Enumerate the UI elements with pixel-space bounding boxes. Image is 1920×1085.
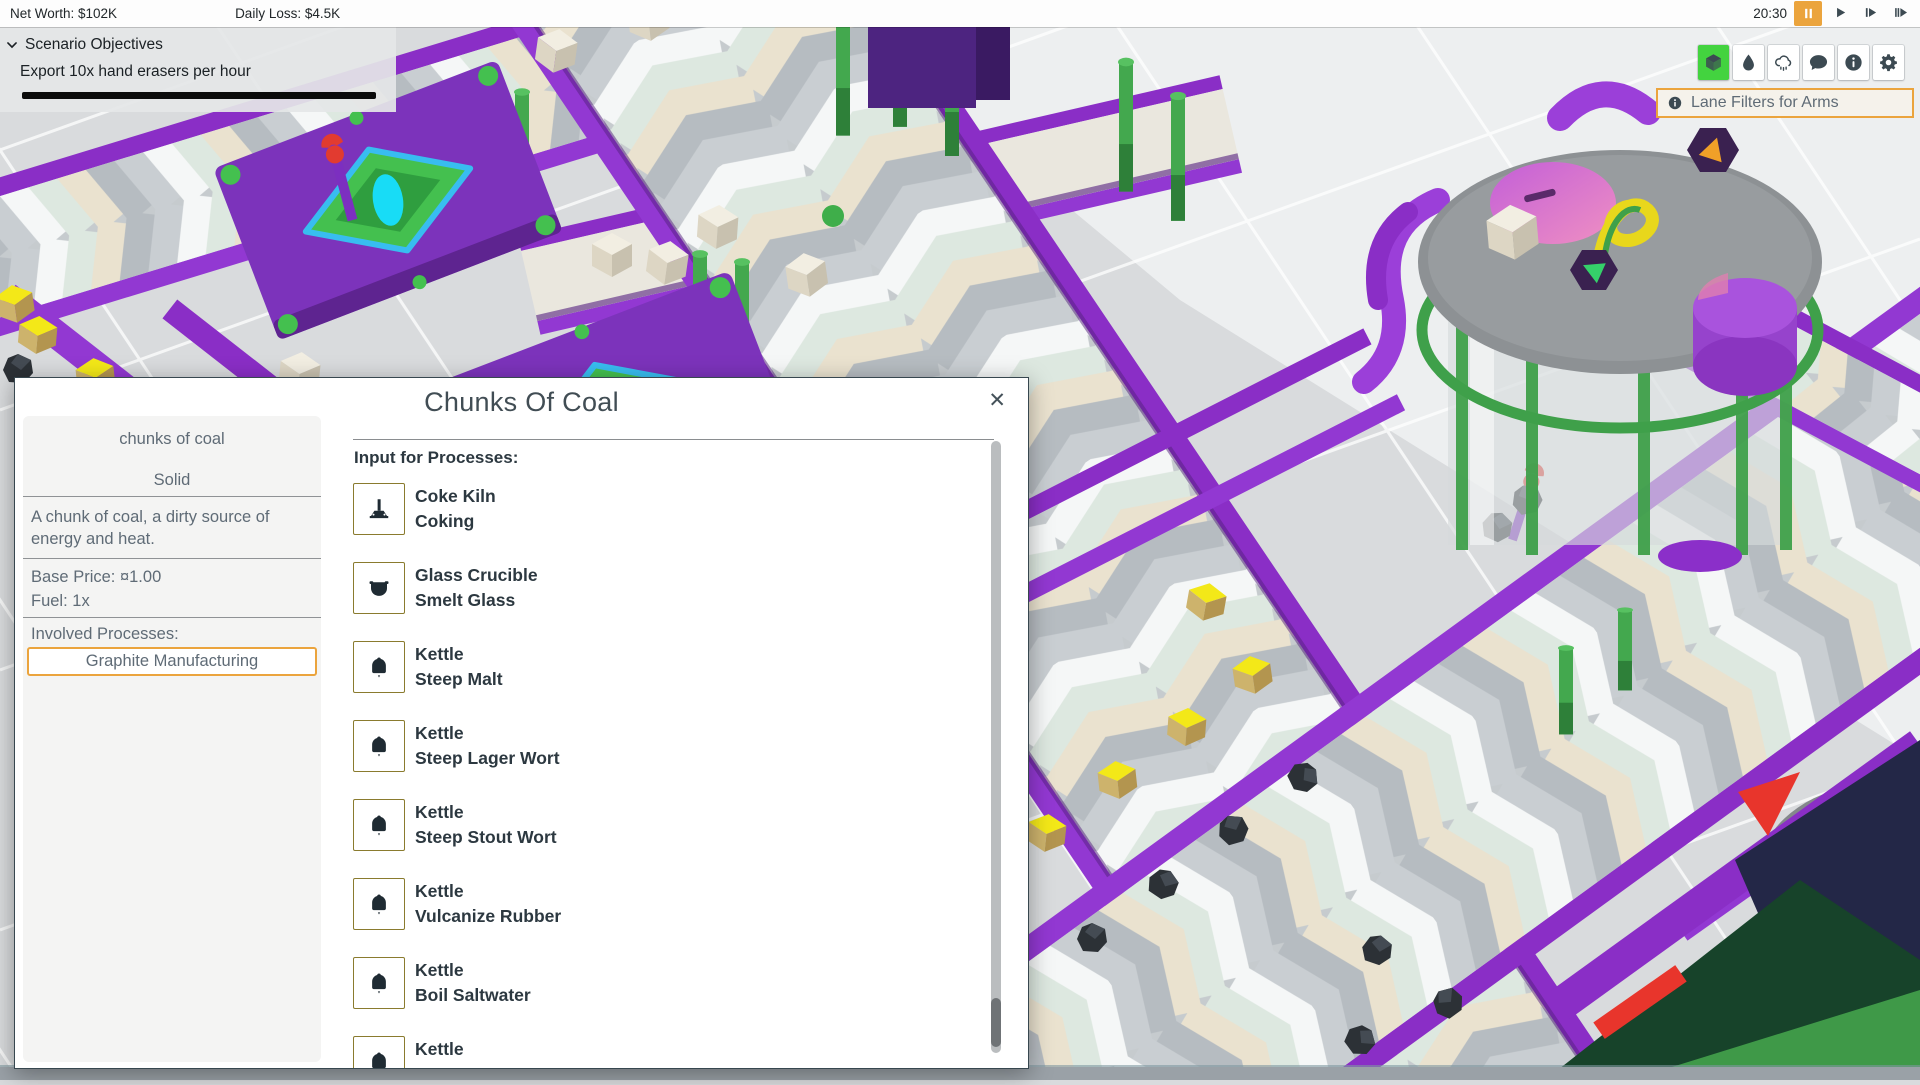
process-list-item[interactable]: Kettle Boil Saltwater xyxy=(353,957,980,1009)
process-name: Smelt Glass xyxy=(415,588,538,613)
objectives-collapse-toggle[interactable]: Scenario Objectives xyxy=(5,36,396,54)
process-machine-name: Kettle xyxy=(415,958,531,983)
involved-processes-label: Involved Processes: xyxy=(31,625,321,644)
process-machine-icon xyxy=(353,957,405,1009)
process-list-item[interactable]: Kettle Steep Lager Wort xyxy=(353,720,980,772)
process-name: Steep Malt xyxy=(415,667,503,692)
lane-filters-tooltip: Lane Filters for Arms xyxy=(1656,88,1914,118)
lane-filters-label: Lane Filters for Arms xyxy=(1691,94,1839,112)
game-clock: 20:30 xyxy=(1753,6,1787,21)
objective-text: Export 10x hand erasers per hour xyxy=(20,63,396,81)
process-machine-icon xyxy=(353,878,405,930)
process-machine-name: Kettle xyxy=(415,721,560,746)
toolbar-button-steam[interactable] xyxy=(1768,45,1799,80)
control-speed-3x-button[interactable] xyxy=(1888,1,1912,24)
process-machine-icon xyxy=(353,562,405,614)
scrollbar-thumb[interactable] xyxy=(991,998,1001,1047)
item-description: A chunk of coal, a dirty source of energ… xyxy=(31,506,315,550)
item-base-price: Base Price: ¤1.00 xyxy=(31,568,321,587)
item-summary-card: chunks of coal Solid A chunk of coal, a … xyxy=(23,416,321,1062)
process-list-item[interactable]: Coke Kiln Coking xyxy=(353,483,980,535)
control-pause-button[interactable] xyxy=(1794,1,1822,26)
control-speed-2x-button[interactable] xyxy=(1858,1,1882,24)
time-controls: 20:30 xyxy=(1753,1,1912,26)
net-worth-stat: Net Worth: $102K xyxy=(10,6,117,21)
process-machine-icon xyxy=(353,1036,405,1068)
involved-process-button[interactable]: Graphite Manufacturing xyxy=(27,647,317,676)
divider xyxy=(23,617,321,618)
process-name: Steep Stout Wort xyxy=(415,825,557,850)
control-buttons-mount xyxy=(1794,1,1912,26)
process-name: Coking xyxy=(415,509,496,534)
daily-loss-stat: Daily Loss: $4.5K xyxy=(235,6,340,21)
process-name: Steep Lager Wort xyxy=(415,746,560,771)
process-machine-icon xyxy=(353,799,405,851)
process-machine-name: Kettle xyxy=(415,800,557,825)
objective-progress-bar xyxy=(22,92,376,99)
divider xyxy=(23,496,321,497)
process-list-item[interactable]: Kettle Steep Malt xyxy=(353,641,980,693)
process-machine-name: Glass Crucible xyxy=(415,563,538,588)
toolbar-button-settings[interactable] xyxy=(1873,45,1904,80)
process-list-item[interactable]: Kettle xyxy=(353,1036,980,1068)
scrollbar[interactable] xyxy=(991,441,1001,1053)
process-machine-name: Kettle xyxy=(415,642,503,667)
toolbar-button-info[interactable] xyxy=(1838,45,1869,80)
info-icon xyxy=(1667,95,1683,111)
process-list-item[interactable]: Kettle Steep Stout Wort xyxy=(353,799,980,851)
toolbar-button-chat[interactable] xyxy=(1803,45,1834,80)
toolbar xyxy=(1698,45,1904,80)
involved-processes-mount: Graphite Manufacturing xyxy=(27,647,317,676)
input-processes-label: Input for Processes: xyxy=(354,448,518,468)
process-list: Coke Kiln Coking Glass Crucible Smelt Gl… xyxy=(353,483,980,1068)
scenario-objectives-panel: Scenario Objectives Export 10x hand eras… xyxy=(0,27,396,112)
process-machine-icon xyxy=(353,483,405,535)
process-machine-name: Kettle xyxy=(415,879,561,904)
process-machine-name: Coke Kiln xyxy=(415,484,496,509)
item-name: chunks of coal xyxy=(23,430,321,449)
process-list-item[interactable]: Glass Crucible Smelt Glass xyxy=(353,562,980,614)
chevron-down-icon xyxy=(5,38,19,52)
process-machine-icon xyxy=(353,720,405,772)
process-machine-name: Kettle xyxy=(415,1037,464,1062)
top-status-bar: Net Worth: $102K Daily Loss: $4.5K 20:30 xyxy=(0,0,1920,27)
objective-progress-fill xyxy=(22,92,376,99)
process-name: Vulcanize Rubber xyxy=(415,904,561,929)
control-play-button[interactable] xyxy=(1828,1,1852,24)
divider xyxy=(353,439,994,440)
divider xyxy=(23,558,321,559)
input-processes-panel: Input for Processes: Coke Kiln Coking Gl… xyxy=(338,378,1020,1068)
toolbar-button-fluids[interactable] xyxy=(1733,45,1764,80)
process-machine-icon xyxy=(353,641,405,693)
objectives-title: Scenario Objectives xyxy=(25,36,163,54)
toolbar-button-items[interactable] xyxy=(1698,45,1729,80)
process-name: Boil Saltwater xyxy=(415,983,531,1008)
item-state: Solid xyxy=(23,471,321,490)
process-list-item[interactable]: Kettle Vulcanize Rubber xyxy=(353,878,980,930)
item-fuel-value: Fuel: 1x xyxy=(31,592,321,611)
item-details-modal: Chunks Of Coal ✕ chunks of coal Solid A … xyxy=(14,377,1029,1069)
